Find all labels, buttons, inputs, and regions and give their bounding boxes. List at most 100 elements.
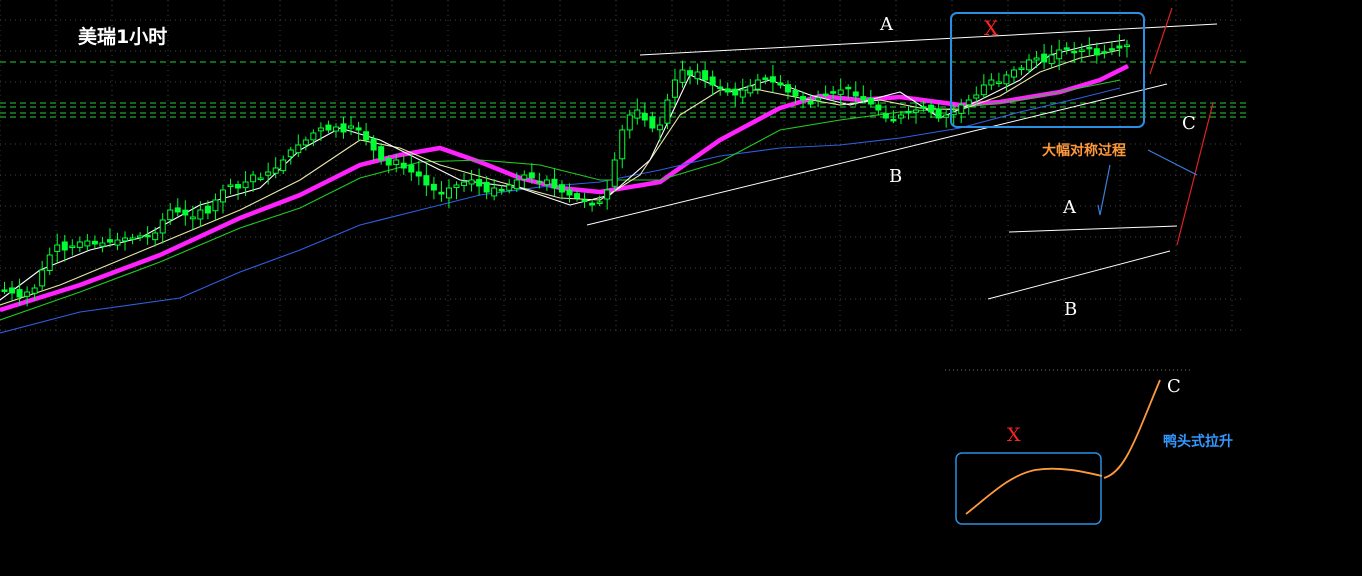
candle-body <box>875 104 882 111</box>
candle-body <box>574 193 581 199</box>
annotation-layer <box>586 7 1218 525</box>
candle-body <box>543 179 550 186</box>
candle-body <box>905 110 912 114</box>
candle-body <box>219 189 226 203</box>
label-upper-c: C <box>1182 113 1196 134</box>
label-upper-b: B <box>889 166 902 187</box>
candle-body <box>1063 47 1070 50</box>
candle-body <box>890 118 897 122</box>
candle-body <box>114 239 121 246</box>
candle-body <box>626 114 633 131</box>
trendline-a-upper <box>639 23 1218 56</box>
candle-body <box>287 149 294 158</box>
candle-body <box>739 89 746 98</box>
candle-body <box>988 79 995 86</box>
candle-body <box>1078 49 1085 52</box>
candle-body <box>815 97 822 101</box>
label-right-b: B <box>1064 299 1077 320</box>
price-chart: 美瑞1小时 A X B C 大幅对称过程 A B X C 鸭头式拉升 <box>0 0 1250 525</box>
candle-body <box>995 81 1002 84</box>
candle-body <box>31 287 38 294</box>
candle-body <box>174 207 181 213</box>
candle-body <box>965 99 972 106</box>
candle-body <box>943 114 950 118</box>
candle-body <box>1093 48 1100 56</box>
candle-body <box>385 157 392 166</box>
candle-body <box>310 132 317 141</box>
candle-body <box>129 237 136 240</box>
candle-body <box>152 232 159 241</box>
candle-body <box>935 108 942 119</box>
candle-body <box>468 179 475 185</box>
candle-body <box>227 184 234 187</box>
candle-body <box>16 289 23 298</box>
candle-body <box>122 237 129 242</box>
candle-body <box>928 104 935 113</box>
inset-orange-rise <box>1103 379 1161 479</box>
candle-body <box>378 146 385 161</box>
candle-body <box>777 82 784 86</box>
candlesticks <box>1 34 1130 307</box>
candle-body <box>1101 51 1108 54</box>
candle-body <box>536 180 543 184</box>
candle-body <box>581 199 588 202</box>
candle-body <box>355 127 362 131</box>
candle-body <box>235 184 242 189</box>
candle-body <box>393 159 400 166</box>
candle-body <box>769 76 776 83</box>
candle-body <box>800 96 807 101</box>
candle-body <box>754 79 761 90</box>
candle-body <box>604 189 611 200</box>
candle-body <box>920 106 927 109</box>
candle-body <box>295 144 302 154</box>
candle-body <box>257 177 264 180</box>
candle-body <box>913 109 920 113</box>
candle-body <box>860 96 867 101</box>
candle-body <box>9 287 16 294</box>
candle-body <box>837 89 844 95</box>
candle-body <box>461 181 468 186</box>
candle-body <box>732 88 739 96</box>
candle-body <box>506 184 513 191</box>
blue-pointer-line <box>1147 149 1198 176</box>
candle-body <box>980 84 987 96</box>
candle-body <box>558 184 565 193</box>
candle-body <box>958 104 965 114</box>
candle-body <box>664 99 671 124</box>
red-breakout-line-upper <box>1149 7 1173 75</box>
candle-body <box>687 70 694 76</box>
candle-body <box>694 71 701 80</box>
candle-body <box>159 219 166 234</box>
candle-body <box>84 240 91 247</box>
candle-body <box>483 181 490 193</box>
candle-body <box>1116 45 1123 49</box>
candle-body <box>182 209 189 216</box>
candle-body <box>822 93 829 97</box>
candle-body <box>280 159 287 172</box>
candle-body <box>317 127 324 132</box>
schematic-line-b <box>987 250 1171 300</box>
label-inset-c: C <box>1167 376 1181 397</box>
candle-body <box>852 91 859 97</box>
candle-body <box>747 85 754 94</box>
candle-body <box>724 88 731 93</box>
candle-body <box>1026 59 1033 71</box>
candle-body <box>242 181 249 189</box>
candle-body <box>204 205 211 214</box>
candle-body <box>528 172 535 179</box>
candle-body <box>619 129 626 160</box>
candle-body <box>1056 49 1063 60</box>
blue-arrow-mark <box>1097 164 1111 216</box>
candle-body <box>845 86 852 90</box>
candle-body <box>702 70 709 81</box>
candle-body <box>1 289 8 292</box>
candle-body <box>807 100 814 105</box>
candle-body <box>830 91 837 94</box>
candle-body <box>867 97 874 105</box>
candle-body <box>596 201 603 204</box>
candle-body <box>453 184 460 189</box>
candle-body <box>566 189 573 196</box>
label-symmetric-process: 大幅对称过程 <box>1042 142 1126 159</box>
candle-body <box>91 240 98 245</box>
candle-body <box>348 125 355 129</box>
